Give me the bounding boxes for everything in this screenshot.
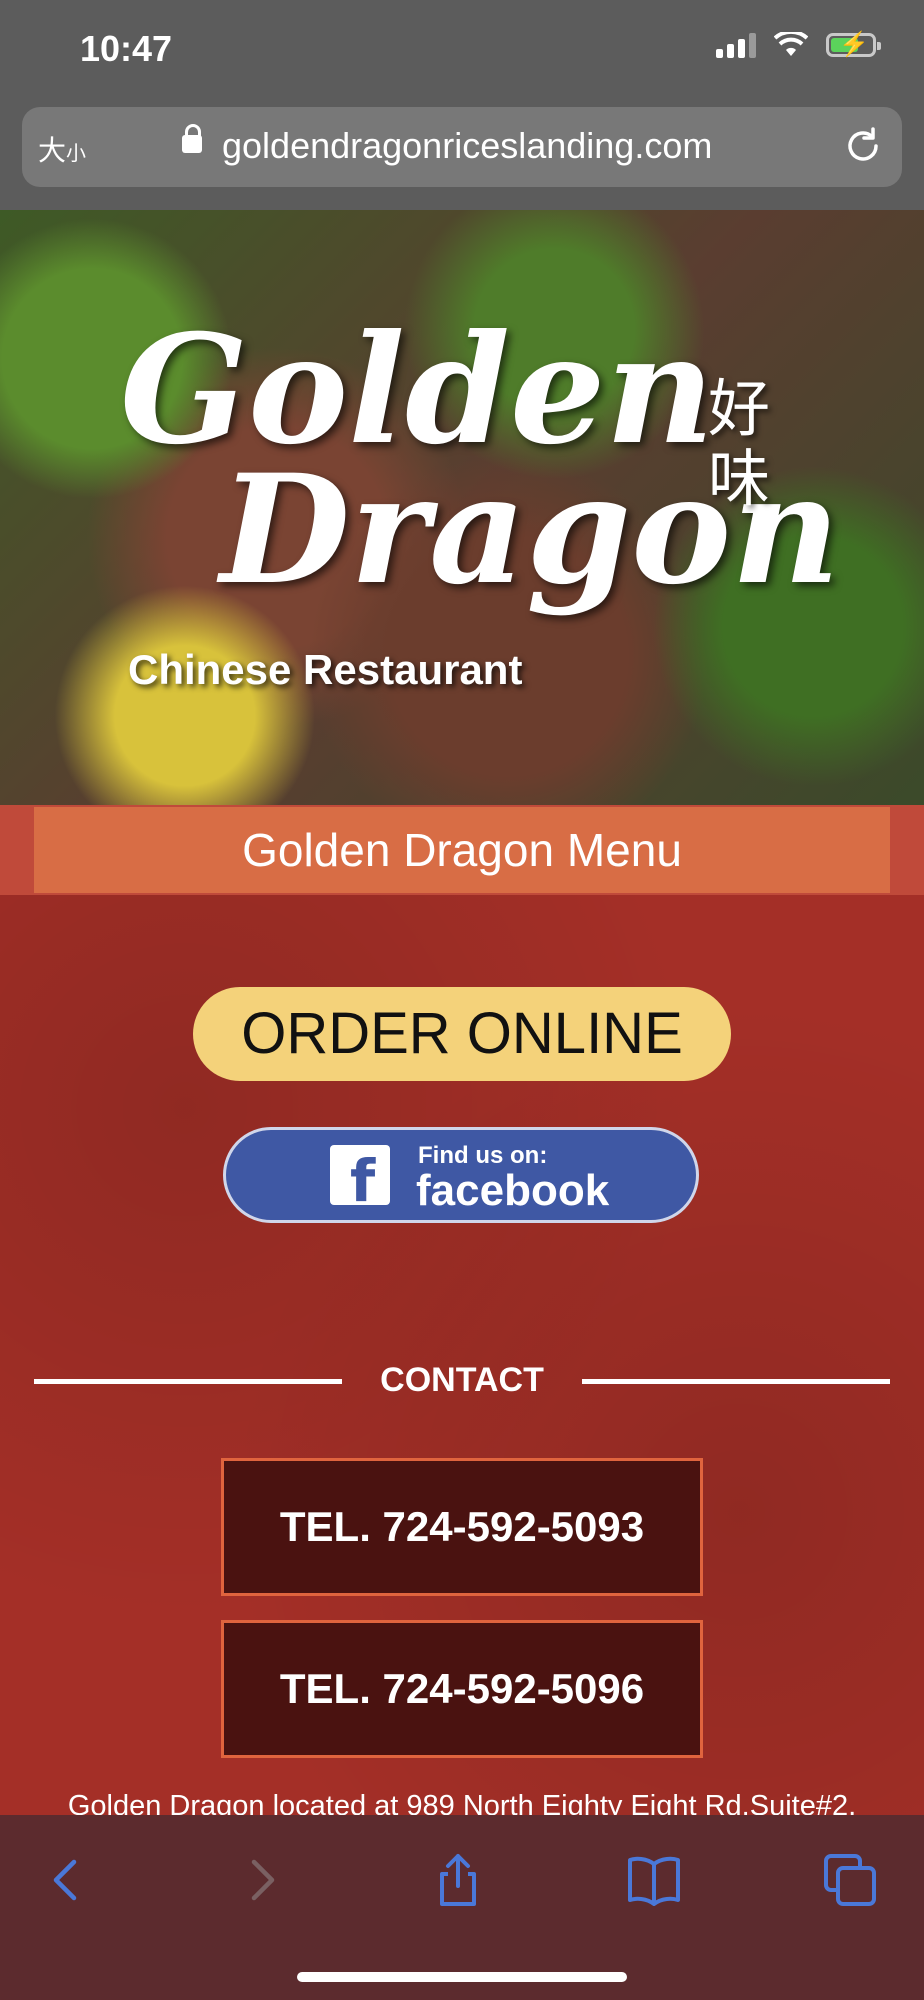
- battery-icon: ⚡: [826, 31, 881, 58]
- bookmarks-icon[interactable]: [624, 1850, 684, 1910]
- status-time: 10:47: [80, 28, 173, 69]
- lock-icon: [182, 124, 202, 153]
- order-online-button[interactable]: ORDER ONLINE: [193, 987, 731, 1081]
- address-bar[interactable]: 大小 goldendragonriceslanding.com: [22, 107, 902, 187]
- home-indicator: [297, 1972, 627, 1982]
- menu-button[interactable]: Golden Dragon Menu: [34, 807, 890, 893]
- back-icon[interactable]: [36, 1850, 96, 1910]
- hero-banner: Golden Dragon 好味 Chinese Restaurant: [0, 210, 924, 805]
- main-content: Golden Dragon Menu ORDER ONLINE f Find u…: [0, 805, 924, 1822]
- logo-chinese-characters: 好味: [708, 375, 771, 514]
- forward-icon[interactable]: [232, 1850, 292, 1910]
- text-size-large-glyph: 大: [38, 135, 67, 166]
- browser-chrome: 10:47 ⚡ 大小 goldendragonriceslanding.com: [0, 0, 924, 210]
- share-icon[interactable]: [428, 1850, 488, 1910]
- contact-header: CONTACT: [34, 1361, 890, 1401]
- wifi-icon: [774, 32, 808, 56]
- menu-bar: Golden Dragon Menu: [0, 805, 924, 895]
- facebook-brand-text: facebook: [416, 1166, 610, 1215]
- phone-button-1[interactable]: TEL. 724-592-5093: [221, 1458, 703, 1596]
- text-size-button[interactable]: 大小: [38, 129, 86, 169]
- tabs-icon[interactable]: [820, 1850, 880, 1910]
- divider-right: [582, 1379, 890, 1384]
- facebook-icon: f: [330, 1145, 390, 1215]
- facebook-logo-letter: f: [350, 1147, 376, 1215]
- status-icons: ⚡: [716, 31, 881, 58]
- cellular-signal-icon: [716, 32, 756, 58]
- text-size-small-glyph: 小: [66, 143, 87, 165]
- logo-subtitle: Chinese Restaurant: [128, 646, 523, 693]
- phone-button-2[interactable]: TEL. 724-592-5096: [221, 1620, 703, 1758]
- facebook-button[interactable]: f Find us on: facebook: [223, 1127, 699, 1223]
- url-text[interactable]: goldendragonriceslanding.com: [222, 125, 712, 167]
- reload-icon[interactable]: [842, 125, 884, 167]
